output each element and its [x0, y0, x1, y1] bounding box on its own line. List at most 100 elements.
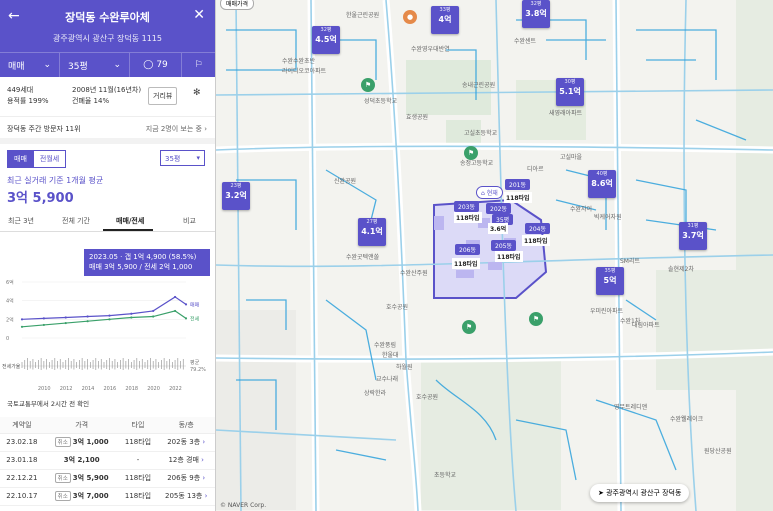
building-tag[interactable]: 204동	[525, 223, 550, 234]
price-marker[interactable]: 30평 5.1억	[556, 78, 584, 106]
marker-price: 3.2억	[225, 191, 247, 200]
row-price-value: 3억 7,000	[72, 492, 109, 500]
school-pin-icon[interactable]: ⚑	[361, 78, 375, 92]
price-marker[interactable]: 40평 8.6억	[588, 170, 616, 198]
marker-price: 3.8억	[525, 9, 547, 18]
price-chart[interactable]: 6억 4억 2억 0 매매전세전세가율 평균79.2% 2010 2012 2014 2016 20…	[0, 276, 216, 396]
map-label: 수완웰레이크	[670, 416, 704, 423]
price-marker[interactable]: 33평 4억	[431, 6, 459, 34]
row-price: 취소 3억 5,900	[43, 469, 120, 488]
row-price-value: 3억 5,900	[72, 474, 109, 482]
chevron-right-icon[interactable]: ›	[205, 492, 208, 500]
row-badge: 취소	[54, 473, 71, 483]
school-pin-icon[interactable]: ⚑	[529, 312, 543, 326]
map-label: 효생공원	[406, 114, 429, 121]
price-subtitle: 최근 실거래 기준 1개월 평균	[7, 176, 104, 185]
deal-summary: 매매 전월세 35평 ▾ 최근 실거래 기준 1개월 평균 3억 5,900	[0, 144, 215, 208]
tab-all-period[interactable]: 전체 기간	[62, 216, 90, 226]
visitor-row[interactable]: 장덕동 주간 방문자 11위 지금 2명이 보는 중 ›	[0, 117, 215, 144]
price-marker[interactable]: 31평 3.7억	[679, 222, 707, 250]
price-marker[interactable]: 23평 3.2억	[222, 182, 250, 210]
series-point	[64, 321, 67, 325]
x-tick-label: 2020	[147, 386, 160, 392]
school-pin-icon[interactable]: ⚑	[464, 146, 478, 160]
app: ← 장덕동 수완루아체 ✕ 광주광역시 광산구 장덕동 1115 매매 ⌄ 35…	[0, 0, 773, 511]
row-floor: 202동 3층 ›	[156, 433, 215, 452]
building-tag[interactable]: 201동	[505, 179, 530, 190]
series-point	[173, 309, 177, 313]
table-row[interactable]: 23.01.18 3억 2,100 -12층 경매 ›	[0, 451, 215, 470]
row-badge: 취소	[54, 491, 71, 501]
map-label: 고실초등학교	[464, 130, 498, 137]
marker-size: 32평	[530, 1, 542, 7]
map-label: 고실마을	[560, 154, 583, 161]
map-view[interactable]: 매매가격 한울근린공원 수완영우대반연 수완수완초반 라이디오코아파트 수완센트 성덕초등…	[216, 0, 773, 511]
building-tag[interactable]: 206동	[455, 244, 480, 255]
row-date: 23.01.18	[0, 451, 44, 470]
table-row[interactable]: 22.10.17 취소 3억 7,000 118타입 205동 13층 ›	[0, 487, 215, 506]
location-button[interactable]: ➤ 광주광역시 광산구 장덕동	[590, 484, 690, 502]
price-marker[interactable]: 27평 4.1억	[358, 218, 386, 246]
map-label: 신완공원	[334, 178, 357, 185]
comment-button[interactable]: ◯ 79	[130, 53, 182, 77]
avg-value: 79.2%	[190, 367, 206, 373]
x-tick-label: 2010	[38, 386, 51, 392]
series-point	[184, 303, 188, 306]
map-label: 하월원	[396, 364, 413, 371]
alert-button[interactable]: ⚐	[182, 53, 215, 77]
type-tag: 3.6억	[488, 223, 509, 234]
map-type-chip[interactable]: 매매가격	[220, 0, 255, 10]
poi-pin-icon[interactable]: ●	[403, 10, 417, 24]
building-tag[interactable]: 205동	[491, 240, 516, 251]
map-label: 수완산주원	[400, 270, 428, 277]
tab-sale-jeonse[interactable]: 매매/전세	[116, 216, 144, 226]
chevron-right-icon[interactable]: ›	[202, 474, 205, 482]
map-label: 송정고등학교	[460, 160, 494, 167]
tab-compare[interactable]: 비교	[183, 216, 196, 226]
marker-price: 5.1억	[559, 87, 581, 96]
building-tag[interactable]: 203동	[454, 201, 479, 212]
complex-info: 449세대 용적률 199% 2008년 11월(16년차) 건폐율 14% 거…	[0, 77, 215, 117]
x-tick-label: 2016	[103, 386, 116, 392]
row-type: -	[119, 451, 157, 470]
chevron-right-icon[interactable]: ›	[201, 456, 204, 464]
type-tag: 118타입	[452, 258, 480, 269]
price-marker[interactable]: 32평 3.8억	[522, 0, 550, 28]
row-price: 취소 3억 7,000	[43, 487, 120, 506]
series-label: 매매	[190, 301, 200, 308]
price-marker[interactable]: 32평 4.5억	[312, 26, 340, 54]
price-marker[interactable]: 35평 5억	[596, 267, 624, 295]
map-label: 우미린아파트	[590, 308, 624, 315]
size-dropdown[interactable]: 35평 ⌄	[60, 53, 130, 77]
street-view-button[interactable]: 거리뷰	[148, 87, 178, 105]
building-tag[interactable]: 202동	[486, 203, 511, 214]
school-pin-icon[interactable]: ⚑	[462, 320, 476, 334]
share-icon[interactable]: ✻	[193, 88, 201, 98]
table-row[interactable]: 22.12.21 취소 3억 5,900 118타입 206동 9층 ›	[0, 469, 215, 488]
map-label: 새영래아파트	[549, 110, 583, 117]
series-point	[173, 295, 177, 299]
size-select[interactable]: 35평 ▾	[160, 150, 205, 166]
tab-sale[interactable]: 매매	[7, 150, 34, 168]
map-label: 수완센트	[514, 38, 537, 45]
col-type: 타입	[119, 417, 157, 434]
marker-size: 23평	[230, 183, 242, 189]
navigation-arrow-icon: ➤	[598, 489, 604, 497]
col-date: 계약일	[0, 417, 44, 434]
deal-tabs: 매매 전월세	[7, 150, 67, 168]
deal-type-dropdown[interactable]: 매매 ⌄	[0, 53, 60, 77]
data-source: 국토교통부에서 2시간 전 확인	[7, 400, 90, 408]
marker-price: 4.1억	[361, 227, 383, 236]
series-point	[152, 309, 155, 313]
size-label: 35평	[68, 61, 88, 72]
series-point	[184, 317, 188, 320]
bell-icon: ⚐	[194, 60, 203, 70]
chevron-right-icon[interactable]: ›	[202, 438, 205, 446]
close-icon[interactable]: ✕	[193, 7, 205, 23]
tab-recent-3y[interactable]: 최근 3년	[8, 216, 34, 226]
table-row[interactable]: 23.02.18 취소 3억 1,000 118타입 202동 3층 ›	[0, 433, 215, 452]
map-label: 원당산공원	[704, 448, 732, 455]
current-location-chip[interactable]: ⌂ 현재	[476, 186, 503, 199]
tab-jeonse[interactable]: 전월세	[33, 150, 67, 168]
map-label: 수완영우대반연	[411, 46, 450, 53]
